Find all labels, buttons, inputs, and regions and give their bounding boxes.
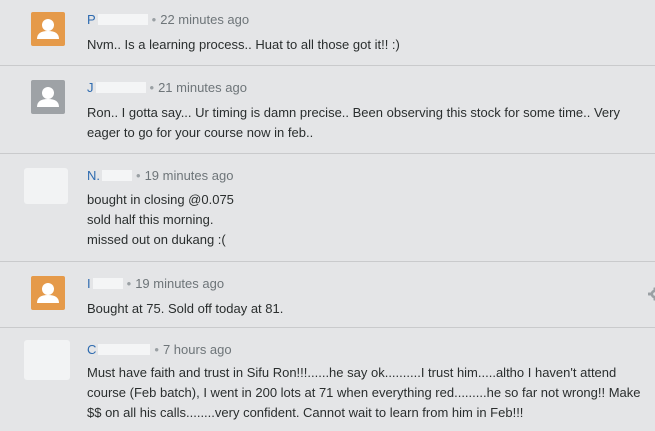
- avatar[interactable]: [31, 12, 65, 46]
- avatar[interactable]: [24, 340, 70, 380]
- comment-line: eager to go for your course now in feb..: [87, 125, 314, 140]
- comment-line: Bought at 75. Sold off today at 81.: [87, 301, 284, 316]
- comment-header: C • 7 hours ago: [87, 342, 232, 358]
- comment-body: Nvm.. Is a learning process.. Huat to al…: [87, 35, 647, 55]
- comment-body: Must have faith and trust in Sifu Ron!!!…: [87, 363, 647, 423]
- comment: N. • 19 minutes ago bought in closing @0.0…: [0, 154, 655, 262]
- comment-header: N. • 19 minutes ago: [87, 168, 233, 184]
- avatar[interactable]: [31, 80, 65, 114]
- comment-line: Nvm.. Is a learning process.. Huat to al…: [87, 37, 400, 52]
- redacted-name: [95, 82, 146, 93]
- separator: •: [149, 80, 155, 95]
- separator: •: [136, 168, 141, 183]
- comment-line: Must have faith and trust in Sifu Ron!!!…: [87, 365, 617, 380]
- comment-body: Bought at 75. Sold off today at 81.: [87, 299, 647, 319]
- comment-header: I • 19 minutes ago: [87, 276, 224, 292]
- timestamp[interactable]: 21 minutes ago: [158, 80, 247, 95]
- comment-body: bought in closing @0.075 sold half this …: [87, 190, 647, 250]
- avatar[interactable]: [24, 168, 68, 204]
- comment-header: P • 22 minutes ago: [87, 12, 249, 28]
- comment-line: Ron.. I gotta say... Ur timing is damn p…: [87, 105, 620, 120]
- comment: C • 7 hours ago Must have faith and trust …: [0, 328, 655, 431]
- user-icon: [31, 12, 65, 46]
- redacted-name: [98, 344, 151, 355]
- comment: I • 19 minutes ago Bought at 75. Sold off …: [0, 262, 655, 328]
- comment-line: course (Feb batch), I went in 200 lots a…: [87, 385, 641, 400]
- comment-line: bought in closing @0.075: [87, 192, 234, 207]
- comment-line: $$ on all his calls........very confiden…: [87, 405, 524, 420]
- timestamp[interactable]: 19 minutes ago: [135, 276, 224, 291]
- separator: •: [154, 342, 159, 357]
- comment: P • 22 minutes ago Nvm.. Is a learning pro…: [0, 0, 655, 66]
- comment: J • 21 minutes ago Ron.. I gotta say... Ur…: [0, 66, 655, 154]
- comment-header: J • 21 minutes ago: [87, 80, 247, 96]
- separator: •: [126, 276, 132, 291]
- avatar[interactable]: [31, 276, 65, 310]
- comment-body: Ron.. I gotta say... Ur timing is damn p…: [87, 103, 647, 143]
- timestamp[interactable]: 22 minutes ago: [160, 12, 249, 27]
- author-name[interactable]: N.: [87, 168, 100, 183]
- author-name[interactable]: P: [87, 12, 96, 27]
- redacted-name: [92, 278, 123, 289]
- redacted-name: [97, 14, 148, 25]
- separator: •: [151, 12, 157, 27]
- author-name[interactable]: I: [87, 276, 91, 291]
- author-name[interactable]: J: [87, 80, 94, 95]
- user-icon: [31, 80, 65, 114]
- comment-line: missed out on dukang :(: [87, 232, 226, 247]
- author-name[interactable]: C: [87, 342, 96, 357]
- user-icon: [31, 276, 65, 310]
- timestamp[interactable]: 7 hours ago: [163, 342, 232, 357]
- timestamp[interactable]: 19 minutes ago: [145, 168, 234, 183]
- comment-line: sold half this morning.: [87, 212, 214, 227]
- redacted-name: [102, 170, 132, 181]
- gear-icon[interactable]: [645, 287, 655, 301]
